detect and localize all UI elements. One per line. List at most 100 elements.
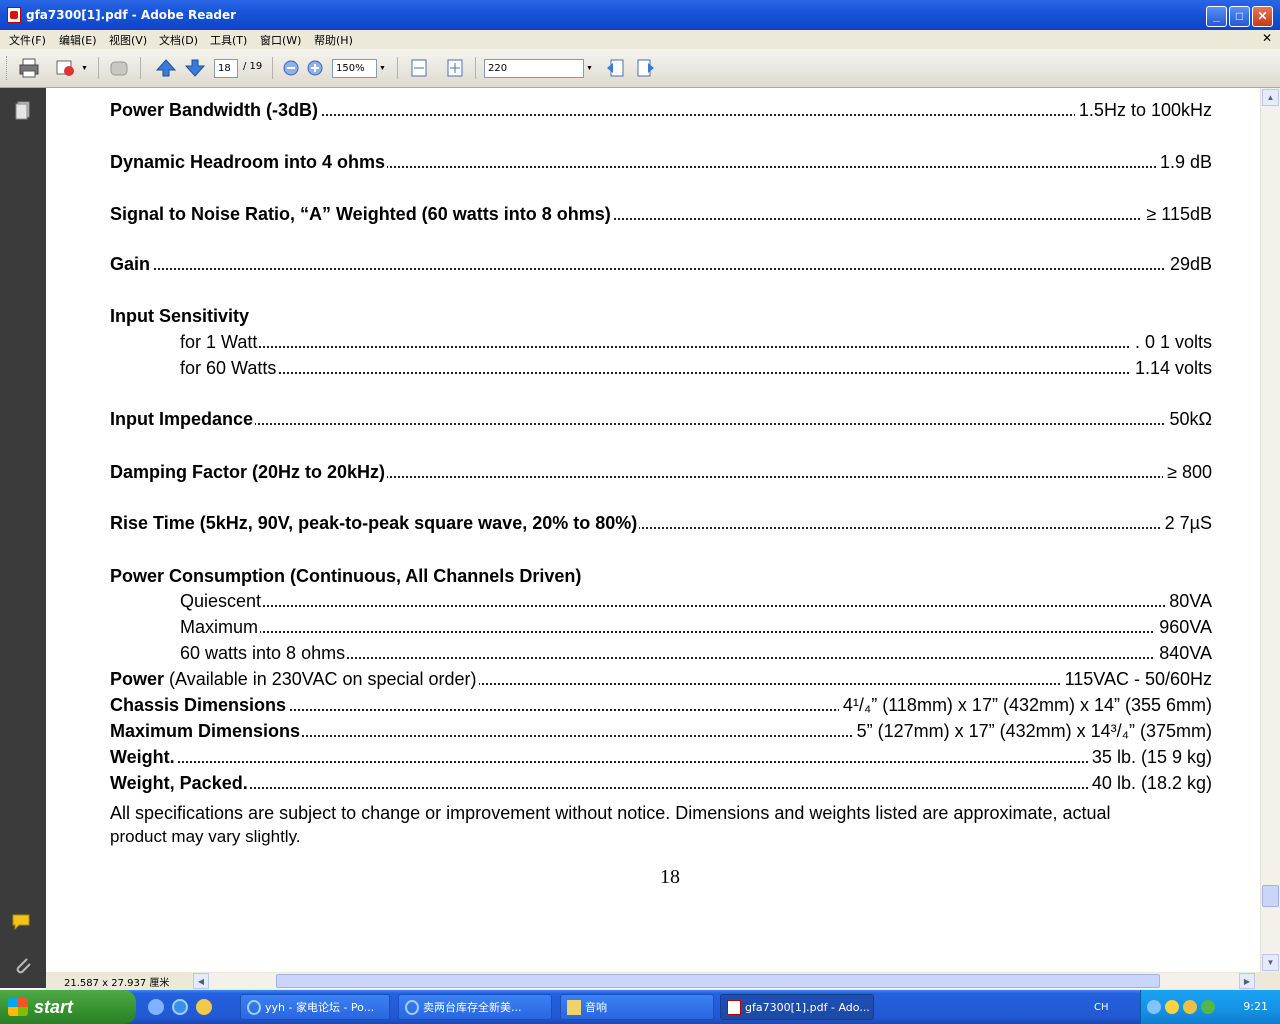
internet-explorer-icon — [405, 1000, 419, 1015]
spec-value: 1.9 dB — [1155, 152, 1212, 173]
spec-label: Weight. — [110, 747, 177, 768]
spec-label: Damping Factor (20Hz to 20kHz) — [110, 462, 388, 483]
taskbar-item-folder[interactable]: 音响 — [560, 994, 714, 1020]
menu-window[interactable]: 窗口(W) — [260, 32, 301, 48]
page-size-label: 21.587 x 27.937 厘米 — [64, 978, 170, 989]
comments-icon[interactable] — [11, 912, 35, 934]
spec-label: for 60 Watts — [180, 358, 279, 379]
scroll-left-button[interactable]: ◀ — [193, 973, 209, 989]
spec-label: Weight, Packed. — [110, 773, 250, 794]
fit-page-icon[interactable] — [444, 57, 466, 79]
security-shield-icon[interactable] — [1183, 1000, 1197, 1014]
spec-value: 840VA — [1155, 643, 1212, 664]
horizontal-scrollbar[interactable]: ◀ ▶ — [193, 973, 1255, 989]
zoom-level-input[interactable]: 150% — [332, 59, 377, 78]
spec-label: Gain — [110, 254, 153, 275]
previous-page-icon[interactable] — [155, 57, 177, 79]
spec-label: Signal to Noise Ratio, “A” Weighted (60 … — [110, 204, 613, 225]
zoom-in-icon[interactable] — [304, 57, 326, 79]
dot-leader — [110, 761, 1212, 763]
spec-row: for 60 Watts 1.14 volts — [180, 358, 1212, 382]
tray-app-icon[interactable] — [1201, 1000, 1215, 1014]
toolbar-grip[interactable] — [6, 56, 9, 80]
fit-width-icon[interactable] — [408, 57, 430, 79]
spec-row: Power Consumption (Continuous, All Chann… — [110, 566, 1212, 590]
spec-row: Quiescent 80VA — [180, 591, 1212, 615]
toolbar-separator — [397, 57, 398, 79]
start-button[interactable]: start — [0, 990, 136, 1024]
dot-leader — [180, 605, 1212, 607]
spec-row: Weight, Packed. 40 lb. (18.2 kg) — [110, 773, 1212, 797]
spec-label: Maximum Dimensions — [110, 721, 303, 742]
media-player-icon[interactable] — [196, 999, 212, 1015]
menu-edit[interactable]: 编辑(E) — [59, 32, 97, 48]
scroll-right-button[interactable]: ▶ — [1239, 973, 1255, 989]
next-page-icon[interactable] — [184, 57, 206, 79]
spec-label: Chassis Dimensions — [110, 695, 289, 716]
document-close-button[interactable]: ✕ — [1262, 31, 1272, 45]
page-number: 18 — [660, 866, 680, 888]
email-dropdown-arrow[interactable]: ▼ — [79, 59, 90, 78]
pdf-icon — [7, 7, 21, 23]
search-input[interactable]: 220 — [484, 59, 584, 78]
pages-icon[interactable] — [11, 100, 35, 122]
spec-label: Power Bandwidth (-3dB) — [110, 100, 320, 121]
horizontal-scroll-thumb[interactable] — [276, 974, 1160, 988]
minimize-button[interactable]: _ — [1206, 6, 1227, 27]
spec-row: Rise Time (5kHz, 90V, peak-to-peak squar… — [110, 513, 1212, 537]
spec-value: 1.14 volts — [1130, 358, 1212, 379]
spec-value: 1.5Hz to 100kHz — [1074, 100, 1212, 121]
spec-row: Power (Available in 230VAC on special or… — [110, 669, 1212, 693]
title-bar[interactable]: gfa7300[1].pdf - Adobe Reader _ □ ✕ — [0, 0, 1280, 30]
system-tray: 9:21 — [1140, 990, 1280, 1024]
search-dropdown-arrow[interactable]: ▼ — [584, 59, 595, 78]
menu-help[interactable]: 帮助(H) — [314, 32, 353, 48]
tray-app-icon[interactable] — [1165, 1000, 1179, 1014]
internet-explorer-icon[interactable] — [172, 999, 188, 1015]
toolbar-separator — [272, 57, 273, 79]
taskbar-item-adobe-reader[interactable]: gfa7300[1].pdf - Ado... — [720, 994, 874, 1020]
spec-disclaimer-line2: product may vary slightly. — [110, 827, 301, 846]
status-bar: 21.587 x 27.937 厘米 ◀ ▶ — [46, 972, 1280, 990]
task-label: 卖两台库存全新美... — [423, 1001, 522, 1014]
spec-row: for 1 Watt . 0 1 volts — [180, 332, 1212, 356]
spec-row: Power Bandwidth (-3dB) 1.5Hz to 100kHz — [110, 100, 1212, 124]
email-icon[interactable] — [55, 57, 77, 79]
scroll-down-button[interactable]: ▼ — [1262, 954, 1279, 971]
taskbar-item-listing[interactable]: 卖两台库存全新美... — [398, 994, 552, 1020]
print-icon[interactable] — [18, 57, 40, 79]
search-previous-icon[interactable] — [604, 57, 626, 79]
tray-arrow-icon[interactable] — [1147, 1000, 1161, 1014]
vertical-scrollbar[interactable]: ▲ ▼ — [1260, 88, 1280, 972]
menu-tools[interactable]: 工具(T) — [210, 32, 247, 48]
search-next-icon[interactable] — [635, 57, 657, 79]
maximize-button[interactable]: □ — [1229, 6, 1250, 27]
spec-value: 50kΩ — [1165, 409, 1212, 430]
hand-tool-icon[interactable] — [108, 57, 130, 79]
show-desktop-icon[interactable] — [148, 999, 164, 1015]
page-total: / 19 — [243, 61, 263, 72]
close-button[interactable]: ✕ — [1252, 6, 1273, 27]
page-number-input[interactable]: 18 — [214, 59, 238, 78]
spec-row: Dynamic Headroom into 4 ohms 1.9 dB — [110, 152, 1212, 176]
spec-label: Rise Time (5kHz, 90V, peak-to-peak squar… — [110, 513, 640, 534]
taskbar-item-forum[interactable]: yyh - 家电论坛 - Po... — [240, 994, 390, 1020]
scroll-up-button[interactable]: ▲ — [1262, 89, 1279, 106]
spec-row: Weight. 35 lb. (15 9 kg) — [110, 747, 1212, 771]
dot-leader — [110, 787, 1212, 789]
vertical-scroll-thumb[interactable] — [1262, 885, 1279, 907]
spec-label: Quiescent — [180, 591, 264, 612]
menu-document[interactable]: 文档(D) — [159, 32, 198, 48]
menu-view[interactable]: 视图(V) — [109, 32, 147, 48]
zoom-dropdown-arrow[interactable]: ▼ — [377, 59, 388, 78]
language-indicator[interactable]: CH — [1094, 1002, 1109, 1013]
attachments-icon[interactable] — [11, 954, 35, 976]
document-view[interactable]: Power Bandwidth (-3dB) 1.5Hz to 100kHz Dyn… — [46, 88, 1260, 972]
menu-file[interactable]: 文件(F) — [9, 32, 46, 48]
zoom-out-icon[interactable] — [280, 57, 302, 79]
spec-row: Input Impedance 50kΩ — [110, 409, 1212, 433]
spec-value: 5” (127mm) x 17” (432mm) x 14³/₄” (375mm… — [852, 721, 1212, 742]
internet-explorer-icon — [247, 1000, 261, 1015]
spec-value: 115VAC - 50/60Hz — [1060, 669, 1212, 690]
spec-label: Maximum — [180, 617, 261, 638]
